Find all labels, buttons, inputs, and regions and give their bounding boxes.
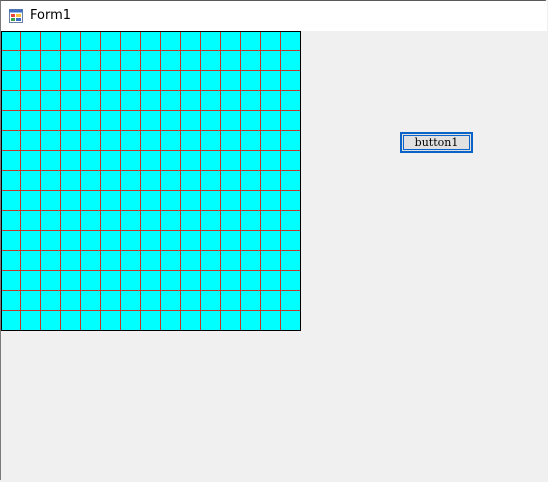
button1[interactable]: button1 [400, 132, 473, 153]
form-client-area: button1 [1, 31, 547, 481]
grid-background [1, 31, 301, 331]
app-icon [9, 9, 23, 23]
grid-canvas[interactable] [1, 31, 301, 331]
window-title: Form1 [30, 8, 72, 23]
button1-label: button1 [414, 136, 459, 149]
title-bar[interactable]: Form1 [1, 1, 547, 31]
form-window: Form1 button1 [0, 0, 547, 481]
grid-panel[interactable] [1, 31, 301, 331]
